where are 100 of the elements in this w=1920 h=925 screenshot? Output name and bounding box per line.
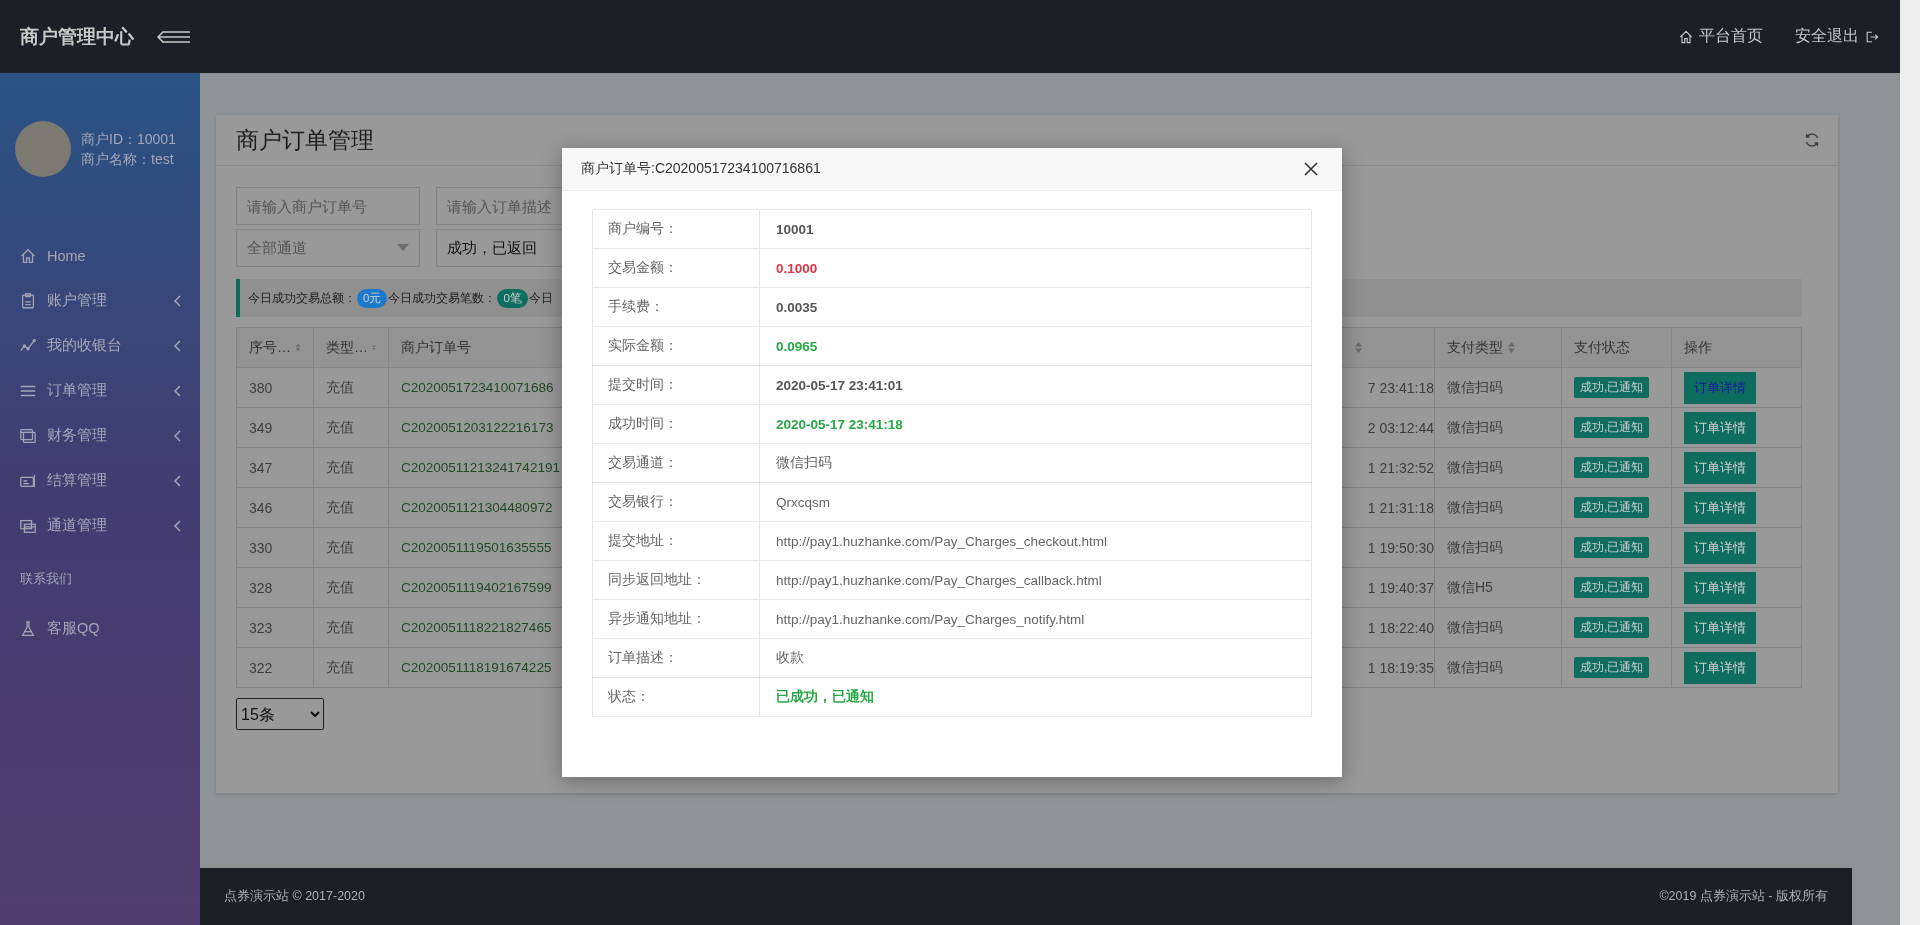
table-cell: 322: [237, 648, 314, 688]
order-detail-button[interactable]: 订单详情: [1684, 531, 1756, 564]
search-field[interactable]: 请输入商户订单号: [236, 187, 420, 225]
column-header[interactable]: 序号…: [237, 328, 314, 368]
detail-value: 0.0965: [776, 338, 818, 354]
sort-icon[interactable]: [1354, 341, 1363, 354]
detail-label: 成功时间：: [593, 405, 760, 444]
sidebar-item[interactable]: 我的收银台: [0, 323, 200, 368]
detail-value: http://pay1.huzhanke.com/Pay_Charges_notify.html: [776, 611, 1085, 627]
detail-value: 微信扫码: [776, 454, 832, 472]
flask-icon: [19, 619, 37, 638]
order-detail-button[interactable]: 订单详情: [1684, 451, 1756, 484]
detail-label: 手续费：: [593, 288, 760, 327]
status-badge: 成功,已通知: [1574, 457, 1650, 478]
table-cell: 微信扫码: [1435, 608, 1562, 648]
sort-icon[interactable]: [295, 341, 301, 354]
table-cell: 充值: [314, 568, 389, 608]
table-cell: 充值: [314, 648, 389, 688]
table-cell: 微信扫码: [1435, 488, 1562, 528]
sidebar-item[interactable]: Home: [0, 233, 200, 278]
column-header[interactable]: 支付状态: [1562, 328, 1672, 368]
table-cell: 充值: [314, 448, 389, 488]
footer-text: 点券演示站 © 2017-2020: [224, 888, 365, 905]
detail-label: 实际金额：: [593, 327, 760, 366]
status-badge: 成功,已通知: [1574, 417, 1650, 438]
status-badge: 成功,已通知: [1574, 537, 1650, 558]
detail-value: 已成功，已通知: [776, 688, 874, 706]
sidebar-item[interactable]: 客服QQ: [0, 606, 200, 651]
order-detail-button[interactable]: 订单详情: [1684, 571, 1756, 604]
detail-value: http://pay1.huzhanke.com/Pay_Charges_checkout.html: [776, 533, 1107, 549]
detail-label: 提交地址：: [593, 522, 760, 561]
detail-label: 订单描述：: [593, 639, 760, 678]
sidebar-item[interactable]: 通道管理: [0, 503, 200, 548]
home-icon: [19, 246, 37, 265]
status-badge: 成功,已通知: [1574, 617, 1650, 638]
table-cell: 微信扫码: [1435, 528, 1562, 568]
detail-value: 2020-05-17 23:41:01: [776, 377, 903, 393]
page-title: 商户订单管理: [236, 125, 374, 155]
detail-value: 0.0035: [776, 299, 818, 315]
table-cell: 346: [237, 488, 314, 528]
table-cell: 充值: [314, 488, 389, 528]
table-cell: 323: [237, 608, 314, 648]
column-header[interactable]: 支付类型: [1435, 328, 1562, 368]
column-header[interactable]: 操作: [1672, 328, 1802, 368]
table-cell: 380: [237, 368, 314, 408]
home-icon: [1678, 28, 1694, 45]
detail-value: 2020-05-17 23:41:18: [776, 416, 903, 432]
home-link[interactable]: 平台首页: [1678, 26, 1763, 47]
detail-value: http://pay1.huzhanke.com/Pay_Charges_callback.html: [776, 572, 1102, 588]
section-title: 联系我们: [19, 570, 73, 588]
sort-icon[interactable]: [1507, 341, 1516, 354]
windows-icon: [19, 426, 37, 445]
copyright-text: ©2019 点券演示站 - 版权所有: [1659, 888, 1828, 905]
channel-dropdown[interactable]: 全部通道: [236, 229, 420, 267]
detail-label: 交易银行：: [593, 483, 760, 522]
stat-label: 今日: [528, 290, 553, 306]
detail-label: 异步通知地址：: [593, 600, 760, 639]
menu-icon[interactable]: [156, 28, 192, 45]
detail-value: 10001: [776, 221, 814, 237]
table-cell: 充值: [314, 368, 389, 408]
scrollbar-track[interactable]: [1900, 0, 1920, 925]
order-detail-button[interactable]: 订单详情: [1684, 651, 1756, 684]
table-cell: 充值: [314, 528, 389, 568]
logout-link[interactable]: 安全退出: [1795, 26, 1880, 47]
order-detail-button[interactable]: 订单详情: [1684, 411, 1756, 444]
status-badge: 成功,已通知: [1574, 497, 1650, 518]
detail-label: 提交时间：: [593, 366, 760, 405]
table-cell: 微信扫码: [1435, 408, 1562, 448]
detail-label: 同步返回地址：: [593, 561, 760, 600]
dialog-title: 商户订单号:C20200517234100716861: [581, 160, 821, 178]
column-header[interactable]: [1342, 328, 1435, 368]
stat-label: 今日成功交易笔数：: [388, 290, 497, 306]
table-cell: 微信扫码: [1435, 368, 1562, 408]
sidebar-item[interactable]: 账户管理: [0, 278, 200, 323]
refresh-icon[interactable]: [1804, 132, 1820, 148]
clipboard-icon: [19, 291, 37, 310]
table-cell: 330: [237, 528, 314, 568]
table-cell: 347: [237, 448, 314, 488]
order-detail-button[interactable]: 订单详情: [1684, 611, 1756, 644]
detail-label: 状态：: [593, 678, 760, 717]
merchant-id: 商户ID：10001: [81, 130, 176, 149]
app-title: 商户管理中心: [20, 24, 134, 49]
sidebar-item[interactable]: 财务管理: [0, 413, 200, 458]
table-cell: 微信H5: [1435, 568, 1562, 608]
sidebar-item[interactable]: 订单管理: [0, 368, 200, 413]
table-cell: 充值: [314, 608, 389, 648]
detail-value: 0.1000: [776, 260, 818, 276]
detail-label: 商户编号：: [593, 210, 760, 249]
table-cell: 充值: [314, 408, 389, 448]
avatar: [15, 121, 71, 177]
merchant-name: 商户名称：test: [81, 150, 175, 169]
sidebar-item[interactable]: 结算管理: [0, 458, 200, 503]
stat-badge: 0笔: [497, 288, 528, 308]
status-badge: 成功,已通知: [1574, 577, 1650, 598]
detail-value: 收款: [776, 649, 804, 667]
stat-label: 今日成功交易总额：: [248, 290, 356, 306]
order-detail-button[interactable]: 订单详情: [1684, 491, 1756, 524]
page-size-select[interactable]: 15条: [236, 698, 324, 730]
detail-label: 交易金额：: [593, 249, 760, 288]
column-header[interactable]: 类型…: [314, 328, 389, 368]
